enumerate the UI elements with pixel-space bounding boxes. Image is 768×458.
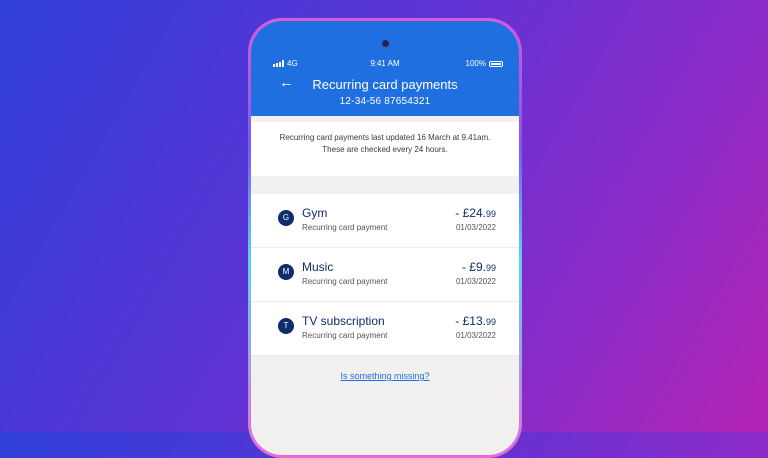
payment-row-tv-subscription[interactable]: T TV subscription Recurring card payment… [251,302,519,356]
update-notice: Recurring card payments last updated 16 … [251,122,519,176]
payment-description: Recurring card payment [302,331,388,340]
front-camera [382,40,389,47]
phone-screen: 4G 9:41 AM 100% ← Recurring card payment… [251,21,519,455]
payment-name: Music [302,260,334,274]
payment-amount: - £9.99 [461,260,496,274]
battery-indicator: 100% [466,59,503,68]
page-title: Recurring card payments [312,77,458,92]
avatar: M [278,264,294,280]
payment-row-gym[interactable]: G Gym Recurring card payment - £24.99 01… [251,194,519,248]
missing-payment-link[interactable]: Is something missing? [251,371,519,381]
payment-date: 01/03/2022 [455,223,496,232]
phone-frame: 4G 9:41 AM 100% ← Recurring card payment… [248,18,522,458]
payment-amount: - £13.99 [455,314,496,328]
payment-name: TV subscription [302,314,385,328]
battery-label: 100% [465,59,486,68]
account-number: 12-34-56 87654321 [339,96,431,107]
payment-date: 01/03/2022 [455,277,496,286]
notice-line-2: These are checked every 24 hours. [322,145,448,154]
payment-description: Recurring card payment [302,223,388,232]
status-bar: 4G 9:41 AM 100% [251,59,519,71]
battery-icon [489,60,503,67]
payment-row-music[interactable]: M Music Recurring card payment - £9.99 0… [251,248,519,302]
payment-amount: - £24.99 [455,206,496,220]
payment-description: Recurring card payment [302,277,388,286]
notice-line-1: Recurring card payments last updated 16 … [279,133,491,142]
app-header: 4G 9:41 AM 100% ← Recurring card payment… [251,21,519,116]
payment-date: 01/03/2022 [455,331,496,340]
avatar: T [278,318,294,334]
payment-list: G Gym Recurring card payment - £24.99 01… [251,194,519,356]
payment-name: Gym [302,206,328,220]
avatar: G [278,210,294,226]
